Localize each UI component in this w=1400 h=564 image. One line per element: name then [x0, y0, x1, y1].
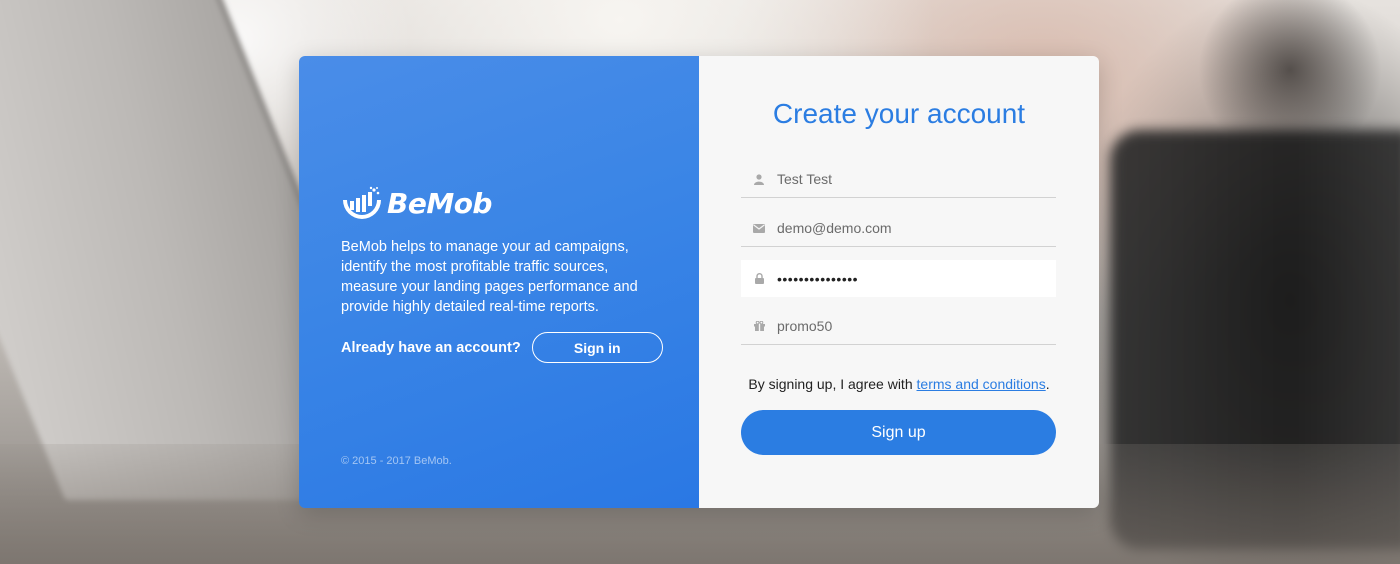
copyright-text: © 2015 - 2017 BeMob.: [341, 455, 452, 467]
email-field[interactable]: [741, 210, 1056, 247]
password-input[interactable]: [777, 260, 1056, 297]
gift-icon: [741, 321, 777, 331]
terms-link[interactable]: terms and conditions: [917, 376, 1046, 392]
agree-suffix: .: [1045, 376, 1050, 392]
bemob-logo-icon: [343, 186, 381, 219]
password-field[interactable]: [741, 260, 1056, 297]
signup-card: BeMob BeMob helps to manage your ad camp…: [299, 56, 1099, 508]
brand-name: BeMob: [387, 186, 492, 220]
brand-panel: BeMob BeMob helps to manage your ad camp…: [299, 56, 699, 508]
envelope-icon: [741, 223, 777, 233]
already-account-text: Already have an account?: [341, 339, 521, 356]
email-input[interactable]: [777, 210, 1056, 246]
terms-agreement: By signing up, I agree with terms and co…: [699, 376, 1099, 392]
promo-field[interactable]: [741, 308, 1056, 345]
brand-logo: BeMob: [341, 186, 492, 220]
background-shadow: [1180, 0, 1400, 140]
brand-description: BeMob helps to manage your ad campaigns,…: [341, 239, 638, 315]
page-title: Create your account: [772, 98, 1026, 129]
signup-form-panel: Create your account By signing: [699, 56, 1099, 508]
user-icon: [741, 173, 777, 185]
agree-prefix: By signing up, I agree with: [748, 376, 917, 392]
name-field[interactable]: [741, 161, 1056, 198]
name-input[interactable]: [777, 161, 1056, 197]
promo-input[interactable]: [777, 308, 1056, 344]
signup-button[interactable]: Sign up: [741, 410, 1056, 455]
signin-button[interactable]: Sign in: [531, 332, 663, 363]
lock-icon: [741, 273, 777, 284]
signin-prompt: Already have an account? Sign in: [341, 332, 663, 363]
